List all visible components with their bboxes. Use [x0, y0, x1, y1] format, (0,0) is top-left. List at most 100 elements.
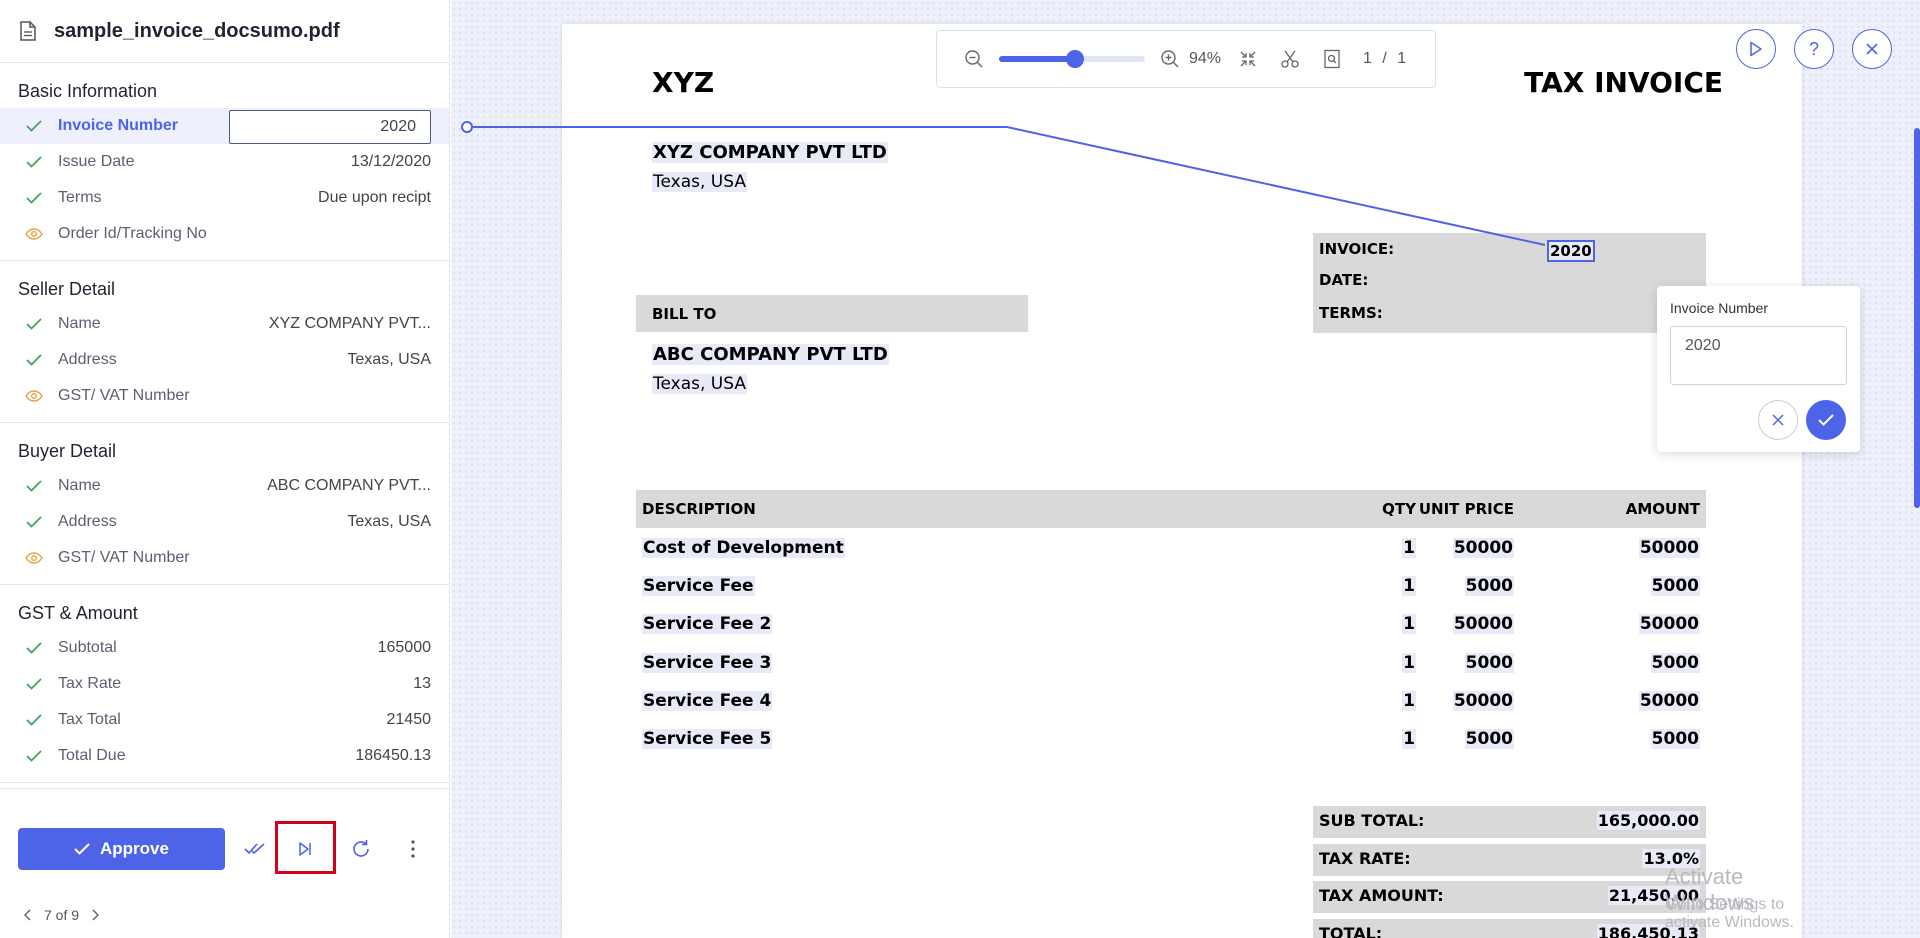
chevron-right-icon[interactable] — [91, 909, 100, 921]
help-button[interactable]: ? — [1794, 29, 1834, 69]
file-header: sample_invoice_docsumo.pdf — [0, 0, 449, 63]
section-title: Buyer Detail — [18, 441, 117, 461]
zoom-in-icon — [1161, 50, 1179, 68]
field-value: 186450.13 — [355, 747, 431, 764]
field-row[interactable]: Tax Total 21450 — [0, 702, 449, 738]
double-check-icon — [244, 843, 265, 855]
popover-confirm-button[interactable] — [1806, 400, 1846, 440]
line-item-row: Service Fee 5 1 5000 5000 — [636, 723, 1706, 755]
check-icon — [25, 675, 43, 693]
zoom-slider-knob[interactable] — [1065, 50, 1084, 68]
field-row[interactable]: Terms Due upon recipt — [0, 180, 449, 216]
document-search-icon — [1324, 49, 1340, 69]
line-item-qty: 1 — [1402, 576, 1416, 597]
cut-button[interactable] — [1279, 48, 1301, 70]
eye-icon — [25, 549, 43, 567]
field-label: Tax Rate — [58, 675, 122, 692]
viewer-scrollbar[interactable] — [1914, 128, 1920, 508]
field-label: Name — [58, 477, 101, 494]
line-item-description: Service Fee 5 — [642, 729, 773, 749]
field-label: Subtotal — [58, 639, 117, 656]
zoom-out-button[interactable] — [963, 48, 985, 70]
terms-label: TERMS: — [1319, 304, 1383, 322]
line-item-unit-price: 5000 — [1464, 652, 1514, 673]
line-item-qty: 1 — [1402, 652, 1416, 673]
section-gst-amount: GST & Amount Subtotal 165000 Tax Rate 13 Tax … — [0, 585, 449, 783]
check-icon — [74, 843, 90, 855]
field-row[interactable]: GST/ VAT Number — [0, 378, 449, 414]
line-item-description: Service Fee — [642, 576, 755, 597]
invoice-number-highlight[interactable]: 2020 — [1547, 240, 1595, 262]
field-value: 165000 — [377, 639, 431, 656]
check-icon — [25, 477, 43, 495]
field-row[interactable]: GST/ VAT Number — [0, 540, 449, 576]
collapse-icon — [1240, 51, 1256, 67]
approve-button[interactable]: Approve — [18, 828, 225, 870]
pager-text: 7 of 9 — [44, 907, 80, 923]
line-item-unit-price: 50000 — [1452, 614, 1514, 635]
refresh-button[interactable] — [346, 834, 376, 864]
line-item-unit-price: 50000 — [1452, 690, 1514, 711]
invoice-page: XYZ TAX INVOICE XYZ COMPANY PVT LTD Texa… — [562, 24, 1860, 938]
field-row[interactable]: Subtotal 165000 — [0, 630, 449, 666]
windows-watermark-subtitle: Go to Settings to activate Windows. — [1665, 896, 1794, 931]
field-value-input[interactable] — [229, 110, 431, 144]
totals-value: 165,000.00 — [1596, 811, 1700, 830]
popover-title: Invoice Number — [1670, 300, 1769, 316]
review-footer: Approve 7 of 9 — [0, 788, 450, 938]
more-options-button[interactable] — [398, 834, 428, 864]
close-viewer-button[interactable] — [1852, 29, 1892, 69]
line-item-row: Service Fee 2 1 50000 50000 — [636, 608, 1706, 640]
field-row[interactable]: Tax Rate 13 — [0, 666, 449, 702]
field-row[interactable]: Order Id/Tracking No — [0, 216, 449, 252]
field-value: ABC COMPANY PVT... — [267, 477, 431, 494]
refresh-icon — [353, 840, 369, 857]
approve-all-button[interactable] — [240, 834, 270, 864]
chevron-left-icon[interactable] — [24, 909, 32, 921]
check-icon — [25, 513, 43, 531]
play-button[interactable] — [1736, 29, 1776, 69]
field-row[interactable]: Issue Date 13/12/2020 — [0, 144, 449, 180]
invoice-title: TAX INVOICE — [1524, 66, 1723, 99]
field-edit-popover: Invoice Number 2020 — [1657, 286, 1860, 452]
zoom-out-icon — [965, 50, 983, 68]
section-title: Seller Detail — [18, 279, 116, 299]
check-icon — [25, 153, 43, 171]
field-value: 13/12/2020 — [350, 153, 431, 170]
field-row[interactable]: Address Texas, USA — [0, 342, 449, 378]
field-value: 21450 — [386, 711, 432, 728]
document-pager: 7 of 9 — [24, 907, 100, 923]
field-row[interactable]: Total Due 186450.13 — [0, 738, 449, 774]
field-value: XYZ COMPANY PVT... — [268, 315, 431, 332]
section-title: Basic Information — [18, 81, 158, 101]
field-sections: Basic Information Invoice NumberIssue Dat… — [0, 63, 449, 783]
totals-label: TAX RATE: — [1319, 849, 1411, 868]
play-icon — [1750, 41, 1762, 57]
zoom-slider[interactable] — [999, 50, 1145, 68]
eye-icon — [25, 387, 43, 405]
check-icon — [25, 315, 43, 333]
field-row[interactable]: Name ABC COMPANY PVT... — [0, 468, 449, 504]
zoom-in-button[interactable] — [1159, 48, 1181, 70]
field-row[interactable]: Address Texas, USA — [0, 504, 449, 540]
section-seller-detail: Seller Detail Name XYZ COMPANY PVT... Addre… — [0, 261, 449, 423]
check-icon — [25, 117, 43, 135]
buyer-name: ABC COMPANY PVT LTD — [652, 344, 889, 365]
popover-cancel-button[interactable] — [1758, 400, 1798, 440]
field-row[interactable]: Invoice Number — [0, 108, 449, 144]
line-item-row: Cost of Development 1 50000 50000 — [636, 532, 1706, 564]
popover-input[interactable]: 2020 — [1670, 326, 1847, 385]
skip-next-button[interactable] — [290, 834, 320, 864]
line-item-qty: 1 — [1402, 690, 1416, 711]
more-vertical-icon — [411, 840, 415, 858]
field-value: Due upon recipt — [318, 189, 431, 206]
line-item-description: Cost of Development — [642, 538, 845, 558]
line-item-amount: 50000 — [1638, 690, 1700, 711]
field-value: Texas, USA — [347, 513, 431, 530]
field-label: Total Due — [58, 747, 126, 764]
date-label: DATE: — [1319, 271, 1369, 289]
page-search-button[interactable] — [1321, 48, 1343, 70]
check-icon — [25, 639, 43, 657]
fit-page-button[interactable] — [1237, 48, 1259, 70]
field-row[interactable]: Name XYZ COMPANY PVT... — [0, 306, 449, 342]
